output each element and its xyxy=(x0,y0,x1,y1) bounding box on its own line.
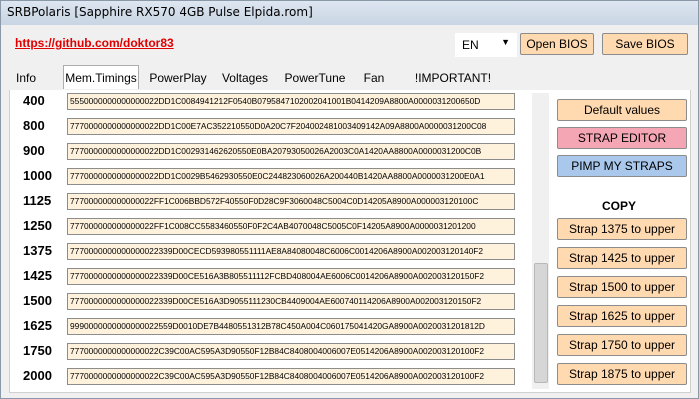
strap-field[interactable]: 5550000000000000022DD1C0084941212F0540B0… xyxy=(67,93,515,110)
strap-field[interactable]: 7770000000000000022339D00CECD59398055111… xyxy=(67,243,515,260)
strap-freq-label: 400 xyxy=(23,93,45,108)
github-link[interactable]: https://github.com/doktor83 xyxy=(15,36,174,50)
strap-field[interactable]: 777000000000000022FF1C006BBD572F40550F0D… xyxy=(67,193,515,210)
language-value: EN xyxy=(462,38,479,52)
strap-freq-label: 900 xyxy=(23,143,45,158)
copy-strap-button[interactable]: Strap 1750 to upper xyxy=(557,334,687,356)
title-bar: SRBPolaris [Sapphire RX570 4GB Pulse Elp… xyxy=(1,1,698,25)
tab-important[interactable]: !IMPORTANT! xyxy=(411,67,495,89)
tab-powertune[interactable]: PowerTune xyxy=(283,67,347,89)
strap-freq-label: 1625 xyxy=(23,318,52,333)
strap-field[interactable]: 7770000000000000022C39C00AC595A3D90550F1… xyxy=(67,368,515,385)
strap-freq-label: 1500 xyxy=(23,293,52,308)
tab-mem-timings[interactable]: Mem.Timings xyxy=(63,65,139,89)
strap-field[interactable]: 7770000000000000022DD1C0029B5462930550E0… xyxy=(67,168,515,185)
strap-field[interactable]: 7770000000000000022339D00CE516A3B8055111… xyxy=(67,268,515,285)
scrollbar-thumb[interactable] xyxy=(534,263,548,383)
copy-heading: COPY xyxy=(602,199,637,213)
pimp-my-straps-button[interactable]: PIMP MY STRAPS xyxy=(557,155,687,177)
strap-freq-label: 1125 xyxy=(23,193,52,208)
tab-fan[interactable]: Fan xyxy=(359,67,389,89)
open-bios-button[interactable]: Open BIOS xyxy=(520,33,594,55)
strap-freq-label: 800 xyxy=(23,118,45,133)
tab-powerplay[interactable]: PowerPlay xyxy=(147,67,209,89)
default-values-button[interactable]: Default values xyxy=(557,99,687,121)
strap-field[interactable]: 7770000000000000022339D00CE516A3D9055111… xyxy=(67,293,515,310)
tab-info[interactable]: Info xyxy=(11,67,41,89)
app-window: SRBPolaris [Sapphire RX570 4GB Pulse Elp… xyxy=(0,0,699,399)
strap-freq-label: 1750 xyxy=(23,343,52,358)
language-select[interactable]: EN ▼ xyxy=(455,33,517,57)
strap-freq-label: 2000 xyxy=(23,368,52,383)
window-title: SRBPolaris [Sapphire RX570 4GB Pulse Elp… xyxy=(7,5,313,19)
strap-field[interactable]: 7770000000000000022DD1C00E7AC352210550D0… xyxy=(67,118,515,135)
copy-strap-button[interactable]: Strap 1875 to upper xyxy=(557,363,687,385)
copy-strap-button[interactable]: Strap 1425 to upper xyxy=(557,247,687,269)
timings-scrollbar[interactable] xyxy=(532,93,549,389)
chevron-down-icon: ▼ xyxy=(501,37,510,47)
strap-editor-button[interactable]: STRAP EDITOR xyxy=(557,127,687,149)
copy-strap-button[interactable]: Strap 1375 to upper xyxy=(557,218,687,240)
strap-freq-label: 1375 xyxy=(23,243,52,258)
strap-field[interactable]: 7770000000000000022DD1C002931462620550E0… xyxy=(67,143,515,160)
strap-field[interactable]: 7770000000000000022C39C00AC595A3D90550F1… xyxy=(67,343,515,360)
strap-field[interactable]: 9990000000000000022559D0010DE7B448055131… xyxy=(67,318,515,335)
strap-freq-label: 1425 xyxy=(23,268,52,283)
copy-strap-button[interactable]: Strap 1500 to upper xyxy=(557,276,687,298)
tab-voltages[interactable]: Voltages xyxy=(219,67,271,89)
strap-freq-label: 1000 xyxy=(23,168,52,183)
strap-field[interactable]: 777000000000000022FF1C008CC5583460550F0F… xyxy=(67,218,515,235)
copy-strap-button[interactable]: Strap 1625 to upper xyxy=(557,305,687,327)
save-bios-button[interactable]: Save BIOS xyxy=(602,33,688,55)
strap-freq-label: 1250 xyxy=(23,218,52,233)
